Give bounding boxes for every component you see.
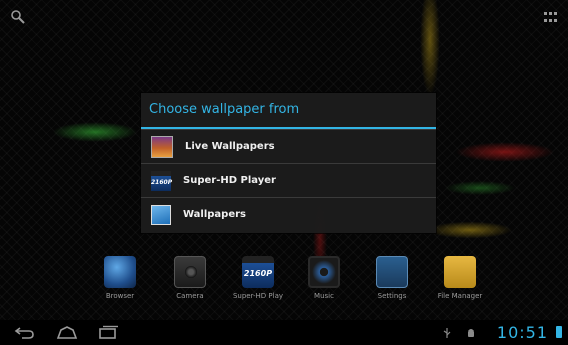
home-screen: Choose wallpaper from Live Wallpapers 21… [0, 0, 568, 345]
app-camera[interactable]: Camera [160, 256, 220, 300]
back-icon[interactable] [14, 325, 36, 339]
app-label: Browser [105, 292, 135, 300]
dialog-title: Choose wallpaper from [141, 93, 436, 129]
app-label: Super-HD Play [232, 292, 284, 300]
music-icon [308, 256, 340, 288]
settings-icon [376, 256, 408, 288]
super-hd-player-icon: 2160P [242, 256, 274, 288]
option-super-hd-player[interactable]: 2160P Super-HD Player [141, 163, 436, 197]
option-label: Super-HD Player [183, 175, 276, 186]
app-label: Music [314, 292, 334, 300]
clock[interactable]: 10:51 [497, 323, 548, 342]
app-settings[interactable]: Settings [362, 256, 422, 300]
all-apps-icon[interactable] [544, 12, 558, 24]
option-live-wallpapers[interactable]: Live Wallpapers [141, 129, 436, 163]
option-wallpapers[interactable]: Wallpapers [141, 197, 436, 231]
app-label: Settings [377, 292, 407, 300]
wallpapers-icon [151, 204, 171, 225]
choose-wallpaper-dialog: Choose wallpaper from Live Wallpapers 21… [141, 93, 436, 233]
super-hd-player-icon: 2160P [151, 170, 172, 191]
battery-icon [556, 326, 562, 338]
app-music[interactable]: Music [294, 256, 354, 300]
option-label: Live Wallpapers [185, 141, 275, 152]
home-icon[interactable] [56, 325, 78, 339]
app-browser[interactable]: Browser [90, 256, 150, 300]
live-wallpaper-icon [151, 135, 173, 158]
app-label: Camera [176, 292, 204, 300]
android-debug-icon [468, 329, 474, 337]
search-icon[interactable] [10, 9, 26, 25]
system-bar: 10:51 [0, 320, 568, 345]
app-label: File Manager [437, 292, 483, 300]
app-dock: Browser Camera 2160P Super-HD Play Music… [90, 256, 510, 306]
file-manager-icon [444, 256, 476, 288]
usb-icon [443, 328, 451, 338]
app-file-manager[interactable]: File Manager [430, 256, 490, 300]
camera-icon [174, 256, 206, 288]
recent-apps-icon[interactable] [98, 325, 120, 339]
option-label: Wallpapers [183, 209, 247, 220]
app-super-hd-player[interactable]: 2160P Super-HD Play [228, 256, 288, 300]
browser-icon [104, 256, 136, 288]
